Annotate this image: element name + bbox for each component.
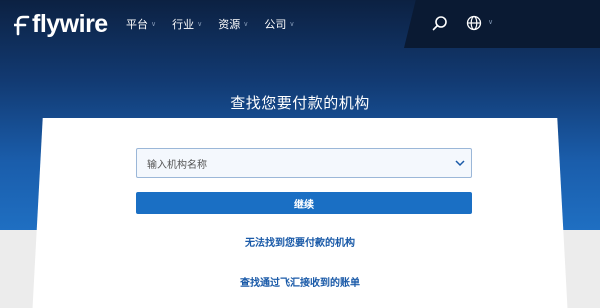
chevron-down-icon	[455, 160, 465, 167]
find-bill-link[interactable]: 查找通过飞汇接收到的账单	[0, 274, 600, 289]
institution-select[interactable]: 输入机构名称	[136, 148, 472, 178]
chevron-down-icon: ∨	[243, 20, 249, 28]
flywire-logo[interactable]: flywire	[14, 10, 108, 39]
nav-platform[interactable]: 平台 ∨	[126, 16, 156, 32]
institution-select-placeholder: 输入机构名称	[147, 159, 207, 171]
search-icon[interactable]	[432, 15, 448, 31]
cant-find-institution-link[interactable]: 无法找到您要付款的机构	[0, 234, 600, 249]
nav-item-label: 公司	[264, 18, 287, 31]
logo-wordmark: flywire	[32, 10, 108, 38]
main-nav: 平台 ∨ 行业 ∨ 资源 ∨ 公司 ∨	[126, 16, 295, 32]
chevron-down-icon: ∨	[197, 20, 203, 28]
nav-item-label: 平台	[126, 18, 148, 31]
globe-icon[interactable]	[466, 15, 482, 31]
chevron-down-icon: ∨	[289, 20, 295, 28]
nav-company[interactable]: 公司 ∨	[264, 16, 294, 32]
page-title: 查找您要付款的机构	[230, 94, 370, 112]
nav-item-label: 行业	[172, 18, 195, 31]
site-header: flywire 平台 ∨ 行业 ∨ 资源 ∨ 公司 ∨ ∨	[0, 0, 600, 48]
chevron-down-icon[interactable]: ∨	[488, 18, 493, 26]
flywire-mark-icon	[14, 15, 30, 35]
nav-industries[interactable]: 行业 ∨	[172, 16, 202, 32]
chevron-down-icon: ∨	[151, 20, 157, 28]
nav-resources[interactable]: 资源 ∨	[218, 16, 248, 32]
nav-item-label: 资源	[218, 18, 241, 31]
continue-button[interactable]: 继续	[136, 192, 472, 214]
